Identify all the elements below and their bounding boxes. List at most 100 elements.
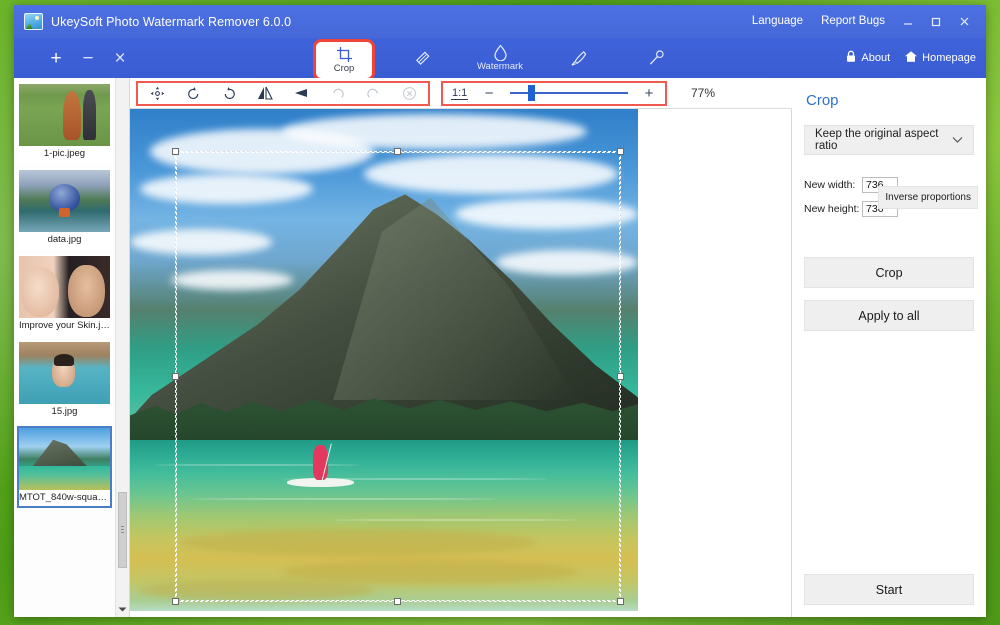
- remove-file-button[interactable]: −: [72, 49, 104, 68]
- tab-watermark-label: Watermark: [477, 62, 523, 72]
- title-bar: UkeySoft Photo Watermark Remover 6.0.0 L…: [14, 5, 986, 38]
- tool-tabs: Crop Waterm: [14, 38, 986, 78]
- thumbnail-list: 1-pic.jpeg data.jpg Improve your Skin.jp…: [14, 78, 115, 617]
- tab-watermark[interactable]: Watermark: [472, 38, 528, 78]
- thumbnail-image: [19, 170, 110, 232]
- tab-crop[interactable]: Crop: [316, 42, 372, 78]
- app-logo-icon: [24, 13, 43, 30]
- crop-handle-top-right[interactable]: [617, 148, 624, 155]
- magic-wand-icon: [647, 49, 666, 68]
- undo-arrow-icon: [330, 86, 345, 101]
- apply-to-all-button[interactable]: Apply to all: [804, 300, 974, 331]
- undo-button[interactable]: [325, 83, 349, 104]
- list-item[interactable]: 15.jpg: [17, 340, 112, 422]
- thumbnail-label: Improve your Skin.jpg: [19, 318, 110, 334]
- new-width-label: New width:: [804, 179, 862, 191]
- list-item[interactable]: Improve your Skin.jpg: [17, 254, 112, 336]
- add-files-button[interactable]: +: [40, 49, 72, 68]
- reset-button[interactable]: [397, 83, 421, 104]
- thumbnail-sidebar: 1-pic.jpeg data.jpg Improve your Skin.jp…: [14, 78, 130, 617]
- crop-handle-top-center[interactable]: [394, 148, 401, 155]
- scroll-down-button[interactable]: [116, 602, 129, 617]
- scrollbar-thumb[interactable]: [118, 492, 127, 568]
- flip-vertical-tool[interactable]: [289, 83, 313, 104]
- reset-circle-x-icon: [402, 86, 417, 101]
- zoom-percent-label: 77%: [691, 86, 715, 100]
- redo-button[interactable]: [361, 83, 385, 104]
- crop-handle-bottom-right[interactable]: [617, 598, 624, 605]
- close-button[interactable]: [950, 5, 978, 38]
- chevron-down-icon: [952, 136, 963, 144]
- thumbnail-label: 15.jpg: [19, 404, 110, 420]
- about-link[interactable]: About: [845, 50, 890, 66]
- tab-eraser[interactable]: [394, 38, 450, 78]
- flip-vertical-icon: [293, 86, 309, 100]
- minimize-button[interactable]: [894, 5, 922, 38]
- rotate-right-tool[interactable]: [217, 83, 241, 104]
- thumbnail-image: [19, 342, 110, 404]
- tab-crop-label: Crop: [334, 64, 355, 74]
- size-fields: New width: New height: Inverse proportio…: [804, 177, 974, 225]
- new-height-label: New height:: [804, 203, 862, 215]
- flip-horizontal-tool[interactable]: [253, 83, 277, 104]
- aspect-ratio-select[interactable]: Keep the original aspect ratio: [804, 125, 974, 155]
- maximize-button[interactable]: [922, 5, 950, 38]
- zoom-slider-handle[interactable]: [528, 85, 535, 101]
- image-canvas[interactable]: [130, 109, 792, 617]
- crop-handle-bottom-center[interactable]: [394, 598, 401, 605]
- crop-handle-bottom-left[interactable]: [172, 598, 179, 605]
- zoom-in-button[interactable]: +: [641, 85, 657, 102]
- list-item-selected[interactable]: MTOT_840w-square.jpg: [17, 426, 112, 508]
- report-bugs-link[interactable]: Report Bugs: [812, 5, 894, 38]
- desktop-background: UkeySoft Photo Watermark Remover 6.0.0 L…: [0, 0, 1000, 625]
- homepage-link[interactable]: Homepage: [904, 50, 976, 66]
- thumbnail-label: data.jpg: [19, 232, 110, 248]
- rotate-left-tool[interactable]: [181, 83, 205, 104]
- move-tool[interactable]: [145, 83, 169, 104]
- zoom-control-group: 1:1 − +: [441, 81, 667, 106]
- chevron-down-icon: [118, 606, 127, 613]
- thumbnail-label: 1-pic.jpeg: [19, 146, 110, 162]
- crop-button[interactable]: Crop: [804, 257, 974, 288]
- tab-magic-wand[interactable]: [628, 38, 684, 78]
- crop-icon: [336, 46, 353, 63]
- clear-files-button[interactable]: ×: [104, 49, 136, 68]
- tab-brush[interactable]: [550, 38, 606, 78]
- list-item[interactable]: data.jpg: [17, 168, 112, 250]
- flip-horizontal-icon: [257, 86, 273, 100]
- language-menu[interactable]: Language: [743, 5, 812, 38]
- editor-area: 1:1 − + 77%: [130, 78, 792, 617]
- inverse-proportions-button[interactable]: Inverse proportions: [878, 186, 978, 209]
- rotate-left-icon: [186, 86, 201, 101]
- crop-handle-middle-right[interactable]: [617, 373, 624, 380]
- crop-selection[interactable]: [175, 151, 621, 602]
- list-item[interactable]: 1-pic.jpeg: [17, 82, 112, 164]
- page-title: Crop: [806, 92, 974, 109]
- ribbon-links: About Homepage: [845, 38, 976, 78]
- thumbnail-image: [19, 428, 110, 490]
- homepage-label: Homepage: [922, 52, 976, 64]
- crop-settings-panel: Crop Keep the original aspect ratio New …: [792, 78, 986, 617]
- aspect-ratio-value: Keep the original aspect ratio: [815, 128, 952, 152]
- window-title: UkeySoft Photo Watermark Remover 6.0.0: [51, 15, 291, 29]
- main-body: 1-pic.jpeg data.jpg Improve your Skin.jp…: [14, 78, 986, 617]
- zoom-out-button[interactable]: −: [481, 85, 497, 102]
- crop-handle-top-left[interactable]: [172, 148, 179, 155]
- title-bar-controls: Language Report Bugs: [743, 5, 978, 38]
- lock-icon: [845, 50, 857, 66]
- crop-handle-middle-left[interactable]: [172, 373, 179, 380]
- crop-toolbar: 1:1 − + 77%: [130, 78, 792, 109]
- brush-icon: [569, 49, 588, 68]
- tool-ribbon: + − × Crop: [14, 38, 986, 78]
- redo-arrow-icon: [366, 86, 381, 101]
- watermark-drop-icon: [493, 44, 508, 61]
- thumbnail-image: [19, 256, 110, 318]
- actual-size-button[interactable]: 1:1: [451, 87, 468, 100]
- rotate-right-icon: [222, 86, 237, 101]
- thumbnail-label: MTOT_840w-square.jpg: [19, 490, 110, 506]
- sidebar-scrollbar[interactable]: [115, 78, 129, 617]
- transform-tool-group: [136, 81, 430, 106]
- zoom-slider[interactable]: [510, 85, 628, 101]
- file-controls: + − ×: [14, 49, 136, 68]
- start-button[interactable]: Start: [804, 574, 974, 605]
